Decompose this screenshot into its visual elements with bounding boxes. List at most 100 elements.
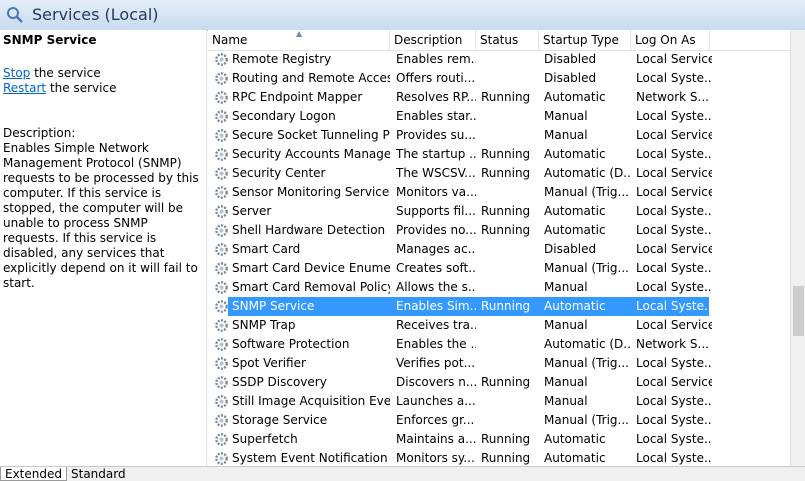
column-name[interactable]: Name ▲ (208, 30, 390, 50)
gear-icon (215, 167, 228, 180)
cell-status (481, 107, 539, 126)
gear-icon (215, 395, 228, 408)
gear-icon (215, 376, 228, 389)
services-list[interactable]: Name ▲ Description Status Startup Type Lo… (208, 30, 790, 466)
gear-icon (215, 224, 228, 237)
cell-description: Offers routi... (396, 71, 476, 85)
gear-icon (215, 433, 228, 446)
tab-standard[interactable]: Standard (66, 467, 130, 481)
stop-service-link[interactable]: Stop (3, 66, 30, 80)
cell-log-on-as: Local Syste... (636, 299, 712, 313)
cell-description: The WSCSV... (396, 166, 476, 180)
table-row[interactable]: Remote Registry Enables rem... Disabled Loc… (208, 50, 790, 69)
cell-name: Server (232, 204, 272, 218)
cell-description: Enforces gr... (396, 413, 475, 427)
cell-status (481, 316, 539, 335)
cell-log-on-as: Local Syste... (636, 204, 712, 218)
cell-name: Smart Card (232, 242, 301, 256)
cell-startup-type: Manual (544, 109, 588, 123)
tab-extended[interactable]: Extended (0, 467, 67, 481)
table-row[interactable]: Sensor Monitoring Service Monitors va... M… (208, 183, 790, 202)
cell-description: Provides su... (396, 128, 476, 142)
restart-service-link[interactable]: Restart (3, 81, 46, 95)
cell-startup-type: Disabled (544, 242, 597, 256)
cell-name: Shell Hardware Detection (232, 223, 386, 237)
cell-description: Enables star... (396, 109, 476, 123)
cell-startup-type: Manual (544, 375, 588, 389)
cell-log-on-as: Local Syste... (636, 71, 712, 85)
cell-log-on-as: Local Syste... (636, 223, 712, 237)
cell-log-on-as: Local Syste... (636, 356, 712, 370)
cell-name: Security Center (232, 166, 326, 180)
table-row[interactable]: Smart Card Removal Policy Allows the s...… (208, 278, 790, 297)
table-row[interactable]: Server Supports fil... Running Automatic Loc… (208, 202, 790, 221)
column-header: Name ▲ Description Status Startup Type Lo… (208, 30, 790, 51)
cell-status (481, 126, 539, 145)
table-row[interactable]: Storage Service Enforces gr... Manual (Tri… (208, 411, 790, 430)
cell-startup-type: Automatic (544, 147, 606, 161)
cell-description: Supports fil... (396, 204, 476, 218)
table-row[interactable]: Still Image Acquisition Events Launches a… (208, 392, 790, 411)
table-row[interactable]: Security Accounts Manager The startup ...… (208, 145, 790, 164)
table-row[interactable]: Routing and Remote Access Offers routi...… (208, 69, 790, 88)
cell-description: Enables rem... (396, 52, 476, 66)
table-row[interactable]: Secondary Logon Enables star... Manual Loca… (208, 107, 790, 126)
cell-log-on-as: Local Service (636, 52, 712, 66)
cell-log-on-as: Local Syste... (636, 451, 712, 465)
gear-icon (215, 414, 228, 427)
cell-log-on-as: Local Syste... (636, 432, 712, 446)
table-row[interactable]: System Event Notification S... Monitors s… (208, 449, 790, 466)
table-row[interactable]: RPC Endpoint Mapper Resolves RP... Running… (208, 88, 790, 107)
scrollbar-thumb[interactable] (793, 286, 804, 336)
cell-startup-type: Automatic (544, 223, 606, 237)
table-row[interactable]: Shell Hardware Detection Provides no... Ru… (208, 221, 790, 240)
column-status[interactable]: Status (476, 30, 539, 50)
cell-name: Secondary Logon (232, 109, 336, 123)
table-row[interactable]: Superfetch Maintains a... Running Automatic… (208, 430, 790, 449)
cell-log-on-as: Local Syste... (636, 280, 712, 294)
column-description[interactable]: Description (390, 30, 476, 50)
table-row[interactable]: Smart Card Manages ac... Disabled Local Ser… (208, 240, 790, 259)
cell-description: Maintains a... (396, 432, 476, 446)
table-row[interactable]: SSDP Discovery Discovers n... Running Manua… (208, 373, 790, 392)
gear-icon (215, 452, 228, 465)
cell-description: Monitors sy... (396, 451, 475, 465)
cell-name: RPC Endpoint Mapper (232, 90, 363, 104)
column-log-on-as[interactable]: Log On As (631, 30, 710, 50)
cell-log-on-as: Local Syste... (636, 394, 712, 408)
cell-startup-type: Manual (544, 280, 588, 294)
cell-name: SNMP Service (232, 299, 315, 313)
vertical-scrollbar[interactable] (790, 30, 805, 466)
cell-log-on-as: Local Service (636, 318, 712, 332)
cell-status (481, 183, 539, 202)
column-startup-type[interactable]: Startup Type (539, 30, 631, 50)
cell-status (481, 69, 539, 88)
table-row[interactable]: Secure Socket Tunneling Pr... Provides su… (208, 126, 790, 145)
cell-status (481, 278, 539, 297)
cell-name: System Event Notification S... (232, 451, 390, 465)
table-row[interactable]: Security Center The WSCSV... Running Automa… (208, 164, 790, 183)
cell-status (481, 335, 539, 354)
cell-name: Routing and Remote Access (232, 71, 390, 85)
gear-icon (215, 53, 228, 66)
cell-startup-type: Manual (Trig... (544, 261, 629, 275)
cell-name: Sensor Monitoring Service (232, 185, 390, 199)
gear-icon (215, 319, 228, 332)
cell-name: Still Image Acquisition Events (232, 394, 390, 408)
gear-icon (215, 186, 228, 199)
cell-log-on-as: Local Service (636, 375, 712, 389)
cell-log-on-as: Local Syste... (636, 261, 712, 275)
cell-name: Superfetch (232, 432, 298, 446)
table-row[interactable]: SNMP Service Enables Sim... Running Automat… (208, 297, 790, 316)
table-row[interactable]: Smart Card Device Enumera... Creates soft… (208, 259, 790, 278)
cell-name: Remote Registry (232, 52, 332, 66)
gear-icon (215, 281, 228, 294)
gear-icon (215, 148, 228, 161)
table-row[interactable]: Software Protection Enables the ... Automa… (208, 335, 790, 354)
gear-icon (215, 91, 228, 104)
table-row[interactable]: Spot Verifier Verifies pot... Manual (Trig… (208, 354, 790, 373)
cell-status (481, 354, 539, 373)
table-row[interactable]: SNMP Trap Receives tra... Manual Local Serv… (208, 316, 790, 335)
cell-status: Running (481, 166, 531, 180)
cell-log-on-as: Local Service (636, 242, 712, 256)
